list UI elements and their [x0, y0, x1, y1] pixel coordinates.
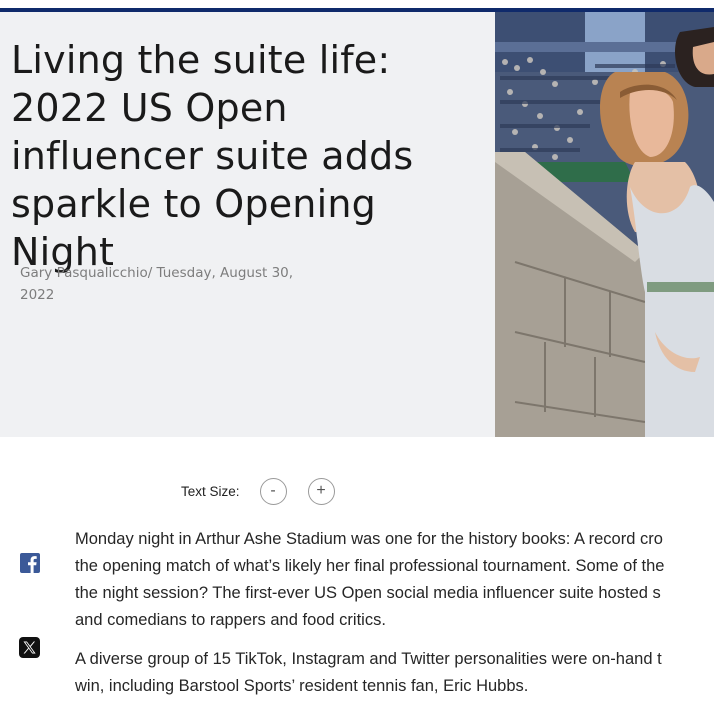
article-page: Living the suite life: 2022 US Open infl…: [0, 0, 714, 714]
site-header-bar: [0, 0, 714, 12]
article-byline: Gary Pasqualicchio/ Tuesday, August 30, …: [20, 265, 294, 303]
article-headline: Living the suite life: 2022 US Open infl…: [11, 38, 414, 274]
decrease-text-size-button[interactable]: -: [259, 477, 287, 505]
paragraph-line: the night session? The first-ever US Ope…: [75, 584, 661, 602]
article-paragraph: Monday night in Arthur Ashe Stadium was …: [75, 526, 714, 634]
paragraph-line: A diverse group of 15 TikTok, Instagram …: [75, 650, 662, 668]
text-size-control: Text Size: - +: [181, 476, 356, 506]
paragraph-line: and comedians to rappers and food critic…: [75, 611, 386, 629]
hero-photo: [495, 12, 714, 437]
article-paragraph: A diverse group of 15 TikTok, Instagram …: [75, 646, 714, 700]
article-hero: Living the suite life: 2022 US Open infl…: [0, 12, 714, 437]
facebook-icon[interactable]: [20, 553, 40, 573]
paragraph-line: win, including Barstool Sports’ resident…: [75, 677, 529, 695]
text-size-label: Text Size:: [181, 483, 240, 499]
paragraph-line: the opening match of what’s likely her f…: [75, 557, 665, 575]
increase-text-size-button[interactable]: +: [307, 477, 335, 505]
paragraph-line: Monday night in Arthur Ashe Stadium was …: [75, 530, 663, 548]
article-body: Monday night in Arthur Ashe Stadium was …: [75, 526, 714, 712]
x-icon[interactable]: [19, 637, 40, 658]
